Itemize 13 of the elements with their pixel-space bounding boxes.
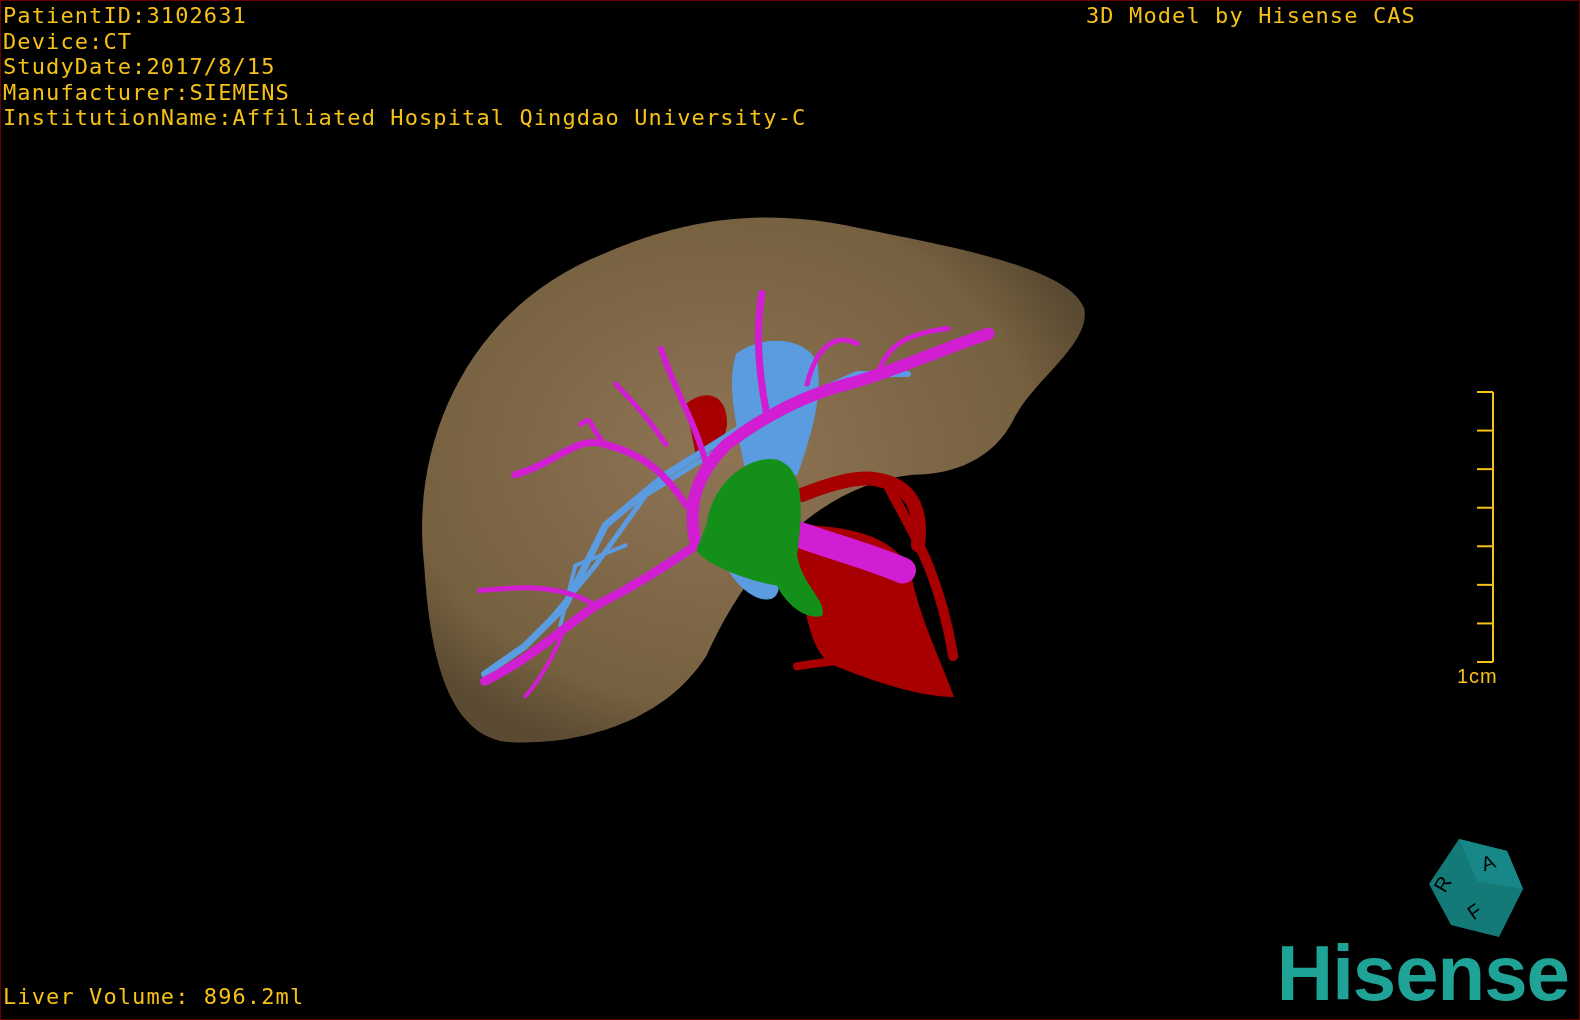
patient-info-line: Device:CT xyxy=(3,28,134,54)
brand-logo: Hisense xyxy=(1276,931,1570,1015)
cube-face-label: R xyxy=(1429,871,1457,896)
patient-info-line: PatientID:3102631 xyxy=(3,3,248,29)
patient-info-line: Manufacturer:SIEMENS xyxy=(3,79,291,105)
cube-face-label: F xyxy=(1463,898,1487,925)
patient-info-line: StudyDate:2017/8/15 xyxy=(3,54,277,80)
scale-label: 1cm xyxy=(1457,665,1498,688)
liver-model-drawing[interactable] xyxy=(422,217,1085,743)
cube-face-label: A xyxy=(1478,849,1500,876)
model-title: 3D Model by Hisense CAS xyxy=(1086,3,1416,29)
liver-volume: Liver Volume: 896.2ml xyxy=(3,984,305,1009)
patient-info-line: InstitutionName:Affiliated Hospital Qingdao University-C xyxy=(3,105,807,131)
